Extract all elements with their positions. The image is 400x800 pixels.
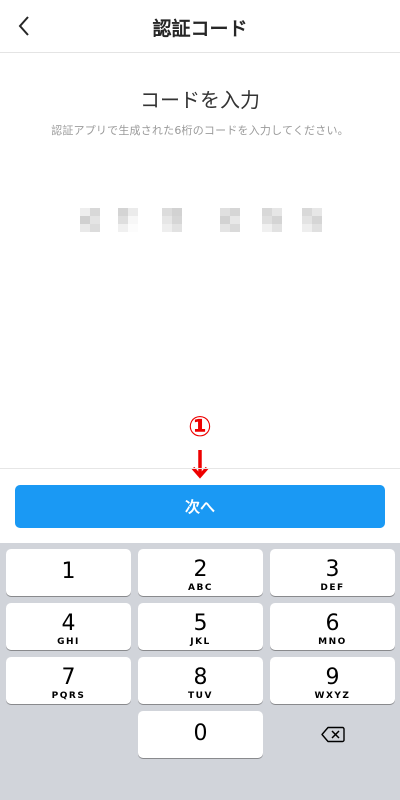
- key-letters: DEF: [320, 583, 345, 593]
- key-2[interactable]: 2 ABC: [138, 549, 263, 596]
- key-digit: 1: [61, 559, 76, 584]
- code-digit: [262, 208, 282, 232]
- key-letters: WXYZ: [314, 691, 351, 701]
- code-digit: [80, 208, 100, 232]
- key-digit: 2: [193, 557, 208, 582]
- key-4[interactable]: 4 GHI: [6, 603, 131, 650]
- key-letters: ABC: [188, 583, 213, 593]
- key-letters: GHI: [57, 637, 80, 647]
- key-digit: 6: [325, 611, 340, 636]
- code-digit: [162, 208, 182, 232]
- navigation-header: 認証コード: [0, 0, 400, 53]
- backspace-icon: [320, 726, 345, 743]
- next-button[interactable]: 次へ: [15, 485, 385, 528]
- key-1[interactable]: 1: [6, 549, 131, 596]
- key-9[interactable]: 9 WXYZ: [270, 657, 395, 704]
- delete-key[interactable]: [270, 711, 395, 758]
- arrow-down-icon: [191, 450, 209, 479]
- code-digit: [302, 208, 322, 232]
- key-digit: 5: [193, 611, 208, 636]
- key-digit: 0: [193, 721, 208, 746]
- key-letters: PQRS: [51, 691, 86, 701]
- numeric-keypad: 1 2 ABC 3 DEF 4 GHI 5 JKL 6 MNO 7 PQRS 8…: [0, 543, 400, 800]
- key-5[interactable]: 5 JKL: [138, 603, 263, 650]
- key-7[interactable]: 7 PQRS: [6, 657, 131, 704]
- code-digit: [118, 208, 138, 232]
- code-heading: コードを入力: [140, 88, 260, 112]
- verification-code-input[interactable]: [70, 196, 330, 240]
- code-instructions: 認証アプリで生成された6桁のコードを入力してください。: [51, 124, 349, 137]
- step-marker: ①: [188, 410, 212, 443]
- key-letters: MNO: [318, 637, 347, 647]
- key-letters: JKL: [190, 637, 211, 647]
- key-3[interactable]: 3 DEF: [270, 549, 395, 596]
- code-digit: [220, 208, 240, 232]
- divider: [0, 468, 400, 469]
- key-letters: TUV: [188, 691, 213, 701]
- key-digit: 4: [61, 611, 76, 636]
- key-digit: 8: [193, 665, 208, 690]
- key-digit: 3: [325, 557, 340, 582]
- key-8[interactable]: 8 TUV: [138, 657, 263, 704]
- key-digit: 7: [61, 665, 76, 690]
- page-title: 認証コード: [152, 18, 248, 40]
- key-0[interactable]: 0: [138, 711, 263, 758]
- key-6[interactable]: 6 MNO: [270, 603, 395, 650]
- key-digit: 9: [325, 665, 340, 690]
